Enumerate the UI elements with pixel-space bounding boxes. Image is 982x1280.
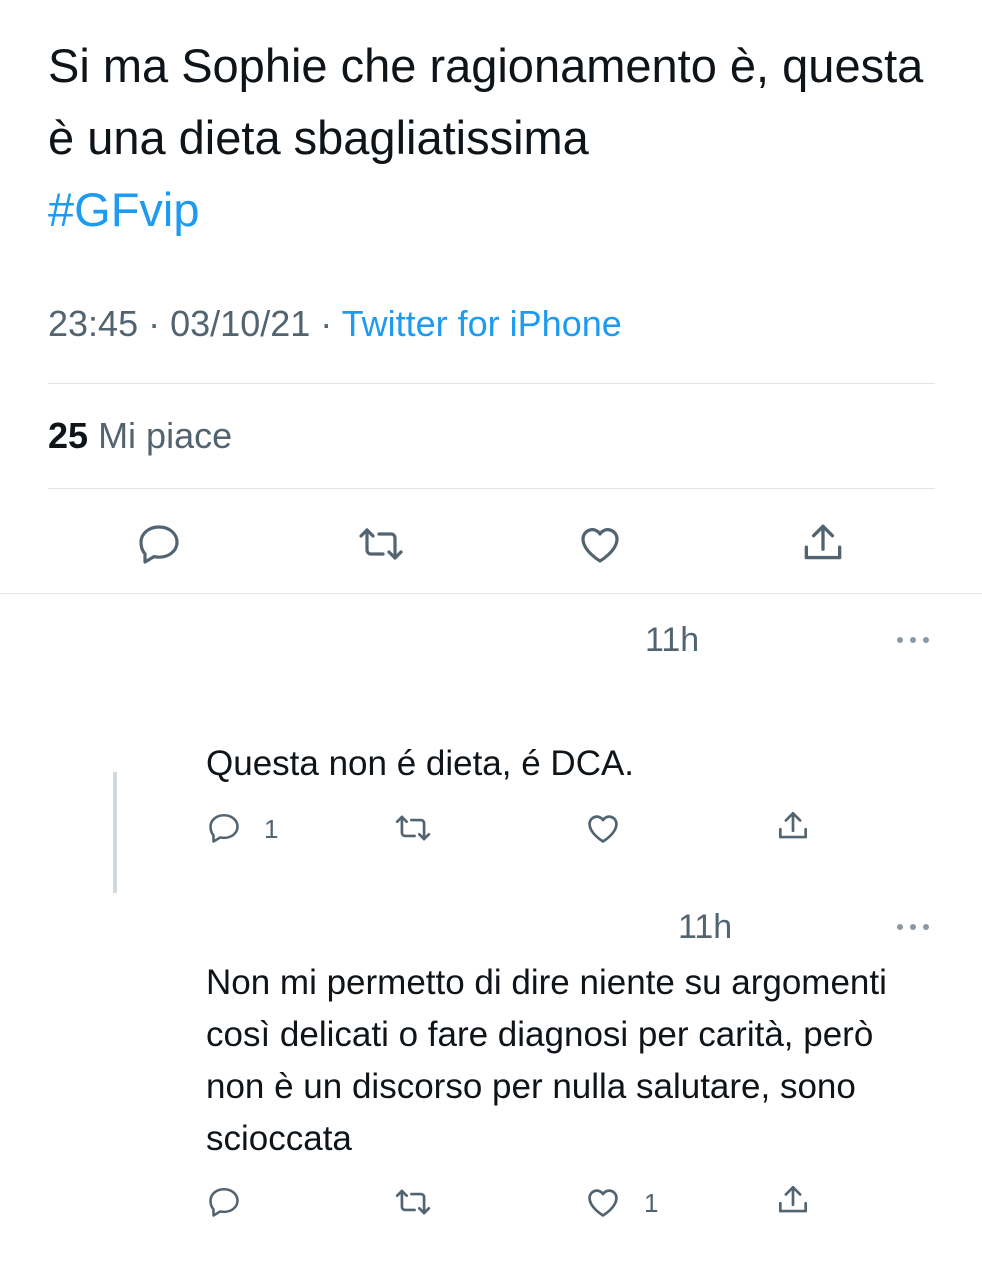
like-icon[interactable] [576, 520, 624, 568]
likes-label: Mi piace [98, 415, 233, 456]
share-icon[interactable] [798, 518, 848, 568]
reply-icon[interactable] [206, 810, 242, 846]
divider [48, 383, 935, 384]
more-options-icon[interactable] [895, 917, 931, 937]
likes-count: 25 [48, 415, 89, 456]
tweet-source-link[interactable]: Twitter for iPhone [342, 303, 622, 344]
retweet-icon[interactable] [394, 809, 432, 847]
meta-separator: · [148, 303, 161, 344]
reply-icon[interactable] [206, 1184, 242, 1220]
reply-count: 1 [264, 814, 279, 844]
retweet-icon[interactable] [356, 520, 406, 568]
reply-time: 11h [645, 621, 700, 659]
more-options-icon[interactable] [895, 630, 931, 650]
reply-icon[interactable] [135, 520, 183, 568]
retweet-icon[interactable] [394, 1183, 432, 1221]
share-icon[interactable] [774, 1181, 812, 1219]
meta-separator: · [320, 303, 333, 344]
tweet-text: Si ma Sophie che ragionamento è, questa … [48, 30, 948, 246]
tweet-meta: 23:45 · 03/10/21 · Twitter for iPhone [48, 303, 622, 345]
like-icon[interactable] [584, 1183, 622, 1221]
like-count: 1 [644, 1188, 659, 1218]
tweet-date: 03/10/21 [170, 303, 311, 344]
likes-summary[interactable]: 25 Mi piace [48, 415, 232, 457]
tweet-time: 23:45 [48, 303, 139, 344]
share-icon[interactable] [774, 807, 812, 845]
reply-text: Questa non é dieta, é DCA. [206, 744, 635, 783]
divider [0, 593, 982, 594]
hashtag-link[interactable]: #GFvip [48, 183, 200, 236]
thread-line [113, 772, 117, 893]
tweet-body: Si ma Sophie che ragionamento è, questa … [48, 39, 924, 164]
like-icon[interactable] [584, 809, 622, 847]
reply-text: Non mi permetto di dire niente su argome… [206, 963, 887, 1158]
divider [48, 488, 935, 489]
reply-time: 11h [678, 908, 733, 946]
